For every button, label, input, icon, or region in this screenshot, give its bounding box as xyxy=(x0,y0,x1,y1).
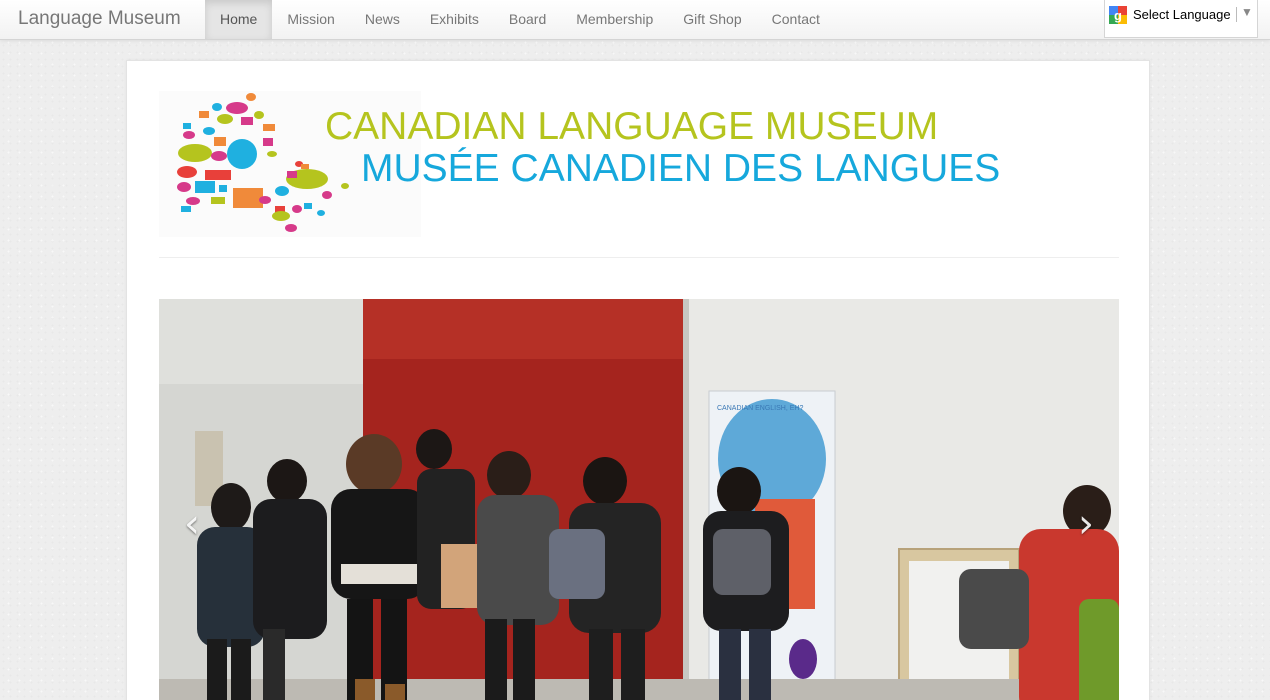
nav-item-news: News xyxy=(350,0,415,39)
nav-link-gift-shop[interactable]: Gift Shop xyxy=(668,0,756,39)
site-title-english: CANADIAN LANGUAGE MUSEUM xyxy=(325,105,939,148)
photo-banner-caption: CANADIAN ENGLISH, EH? xyxy=(717,405,804,412)
carousel-slide-photo xyxy=(159,299,1119,700)
carousel-prev-button[interactable]: ‹ xyxy=(177,499,207,549)
nav-link-board[interactable]: Board xyxy=(494,0,561,39)
translate-separator xyxy=(1236,7,1237,22)
nav-link-home[interactable]: Home xyxy=(205,0,273,39)
site-header: CANADIAN LANGUAGE MUSEUM MUSÉE CANADIEN … xyxy=(159,91,1119,257)
nav-item-home: Home xyxy=(205,0,273,39)
nav-link-membership[interactable]: Membership xyxy=(561,0,668,39)
nav-item-contact: Contact xyxy=(757,0,835,39)
photo-carousel: CANADIAN ENGLISH, EH? ‹ › xyxy=(159,299,1119,700)
main-nav: Home Mission News Exhibits Board Members… xyxy=(205,0,835,39)
header-divider xyxy=(159,257,1119,258)
nav-item-exhibits: Exhibits xyxy=(415,0,494,39)
carousel-next-button[interactable]: › xyxy=(1071,499,1101,549)
nav-item-gift-shop: Gift Shop xyxy=(668,0,756,39)
site-title-french: MUSÉE CANADIEN DES LANGUES xyxy=(361,147,1001,190)
dropdown-arrow-icon[interactable]: ▼ xyxy=(1241,5,1253,19)
nav-link-mission[interactable]: Mission xyxy=(272,0,349,39)
nav-link-news[interactable]: News xyxy=(350,0,415,39)
nav-link-contact[interactable]: Contact xyxy=(757,0,835,39)
nav-item-mission: Mission xyxy=(272,0,349,39)
top-navbar: Language Museum Home Mission News Exhibi… xyxy=(0,0,1270,40)
select-language-label: Select Language xyxy=(1133,7,1231,22)
svg-text:g: g xyxy=(1114,8,1122,23)
nav-item-membership: Membership xyxy=(561,0,668,39)
google-g-icon: g xyxy=(1109,6,1127,24)
nav-item-board: Board xyxy=(494,0,561,39)
language-select-widget[interactable]: g Select Language ▼ xyxy=(1104,0,1258,38)
nav-link-exhibits[interactable]: Exhibits xyxy=(415,0,494,39)
brand-link[interactable]: Language Museum xyxy=(18,8,181,30)
main-container: CANADIAN LANGUAGE MUSEUM MUSÉE CANADIEN … xyxy=(126,60,1150,700)
